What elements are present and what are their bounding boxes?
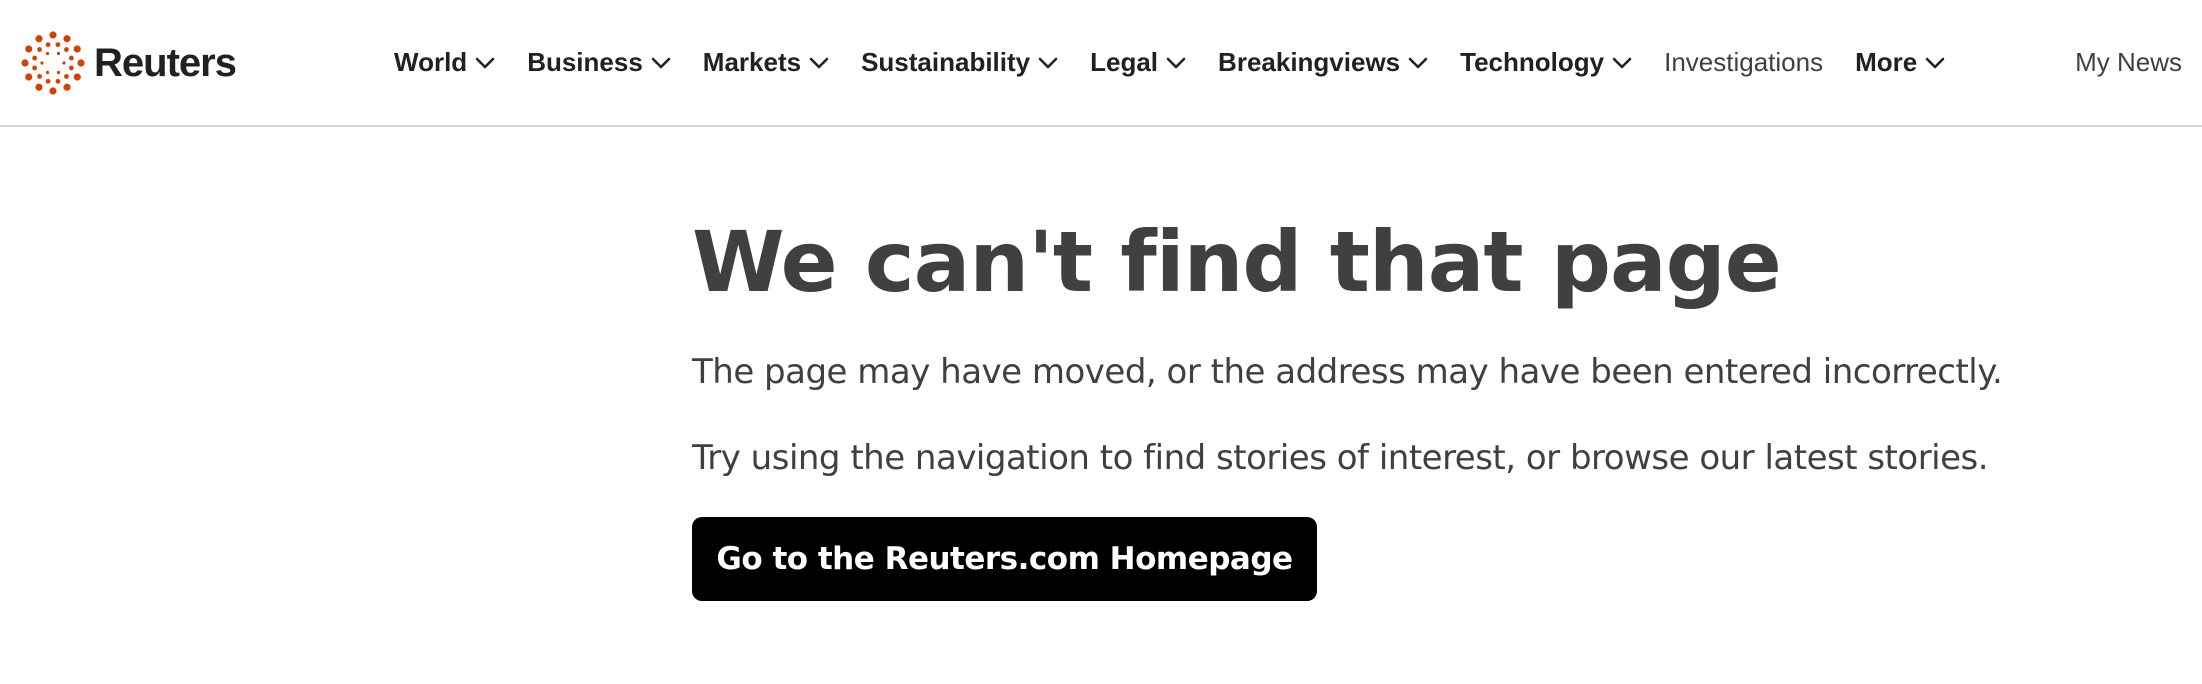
my-news-link[interactable]: My News xyxy=(2075,0,2182,125)
chevron-down-icon xyxy=(1408,56,1428,70)
main-nav: World Business Markets Sustainability Le… xyxy=(394,0,1977,125)
nav-item-label: Breakingviews xyxy=(1218,47,1401,77)
nav-item-breakingviews[interactable]: Breakingviews xyxy=(1218,47,1428,78)
nav-item-investigations[interactable]: Investigations xyxy=(1664,47,1823,78)
brand-name: Reuters xyxy=(94,40,237,85)
chevron-down-icon xyxy=(651,56,671,70)
nav-item-world[interactable]: World xyxy=(394,47,495,78)
homepage-button[interactable]: Go to the Reuters.com Homepage xyxy=(692,516,1317,601)
nav-item-label: Markets xyxy=(702,47,802,77)
nav-item-markets[interactable]: Markets xyxy=(703,47,829,78)
nav-item-label: Investigations xyxy=(1664,47,1824,77)
chevron-down-icon xyxy=(1166,56,1186,70)
nav-item-label: World xyxy=(394,47,468,77)
chevron-down-icon xyxy=(475,56,495,70)
not-found-content: We can't find that page The page may hav… xyxy=(692,220,2092,601)
navigation-hint: Try using the navigation to find stories… xyxy=(692,437,1989,478)
chevron-down-icon xyxy=(1612,56,1632,70)
chevron-down-icon xyxy=(1925,56,1945,70)
site-header: Reuters World Business Markets Sustainab… xyxy=(0,0,2202,127)
page-title: We can't find that page xyxy=(692,213,1782,311)
nav-item-label: Technology xyxy=(1460,47,1605,77)
nav-item-technology[interactable]: Technology xyxy=(1460,47,1632,78)
nav-item-legal[interactable]: Legal xyxy=(1090,47,1186,78)
nav-item-business[interactable]: Business xyxy=(527,47,671,78)
nav-item-label: More xyxy=(1855,47,1918,77)
reuters-logo[interactable]: Reuters xyxy=(20,28,237,98)
chevron-down-icon xyxy=(1038,56,1058,70)
nav-item-label: Sustainability xyxy=(861,47,1031,77)
error-message: The page may have moved, or the address … xyxy=(692,352,2003,392)
reuters-logo-icon xyxy=(21,31,85,95)
nav-item-more[interactable]: More xyxy=(1855,47,1945,78)
nav-item-label: Business xyxy=(527,47,643,77)
nav-item-label: Legal xyxy=(1090,47,1159,77)
chevron-down-icon xyxy=(809,56,829,70)
nav-item-sustainability[interactable]: Sustainability xyxy=(861,47,1058,78)
